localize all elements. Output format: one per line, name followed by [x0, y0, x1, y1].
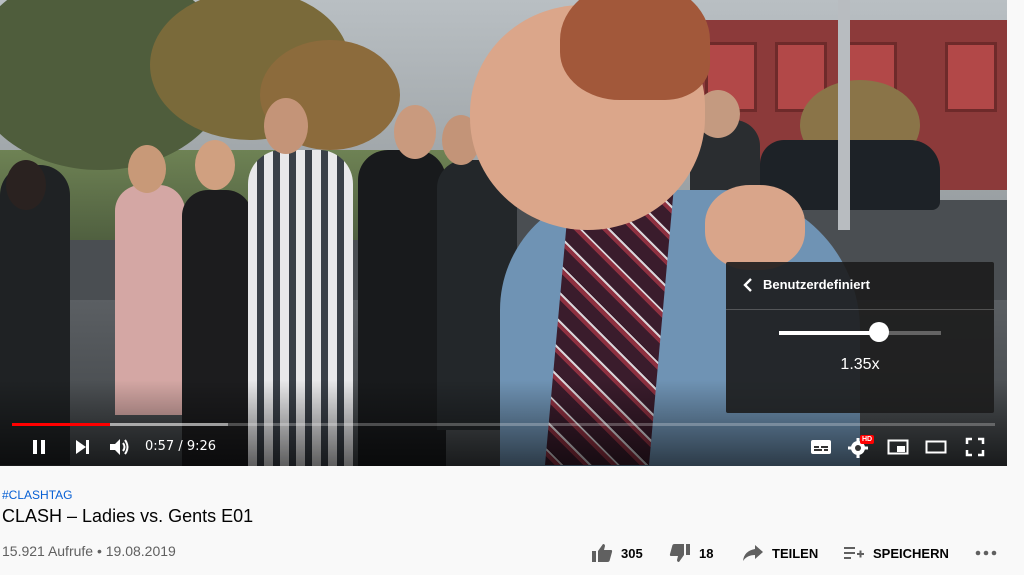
thumbs-up-icon [592, 544, 613, 562]
theater-mode-button[interactable] [925, 436, 947, 458]
more-horizontal-icon [975, 550, 997, 556]
miniplayer-button[interactable] [887, 436, 909, 458]
view-count-date: 15.921 Aufrufe • 19.08.2019 [2, 543, 176, 559]
progress-bar[interactable] [12, 423, 995, 426]
like-count: 305 [621, 545, 643, 561]
fullscreen-icon [965, 437, 985, 457]
pause-icon [33, 440, 45, 454]
save-label: SPEICHERN [873, 545, 949, 561]
dislike-button[interactable]: 18 [668, 542, 713, 564]
next-icon [76, 440, 89, 454]
dislike-count: 18 [699, 545, 714, 561]
more-actions-button[interactable] [975, 542, 997, 564]
panel-title: Benutzerdefiniert [763, 277, 870, 292]
share-button[interactable]: TEILEN [741, 542, 818, 564]
fullscreen-button[interactable] [964, 436, 986, 458]
hashtag-link[interactable]: #CLASHTAG [2, 488, 72, 502]
theater-mode-icon [925, 440, 947, 454]
speed-value: 1.35x [840, 356, 880, 373]
miniplayer-icon [887, 439, 909, 455]
time-total: 9:26 [186, 439, 217, 454]
time-separator: / [174, 439, 187, 454]
hd-badge: HD [860, 435, 875, 444]
mute-button[interactable] [108, 436, 130, 458]
slider-fill [779, 331, 880, 335]
subtitles-button[interactable] [810, 436, 832, 458]
next-button[interactable] [71, 436, 93, 458]
speed-slider[interactable] [779, 322, 941, 342]
chevron-left-icon[interactable] [740, 276, 756, 294]
volume-icon [110, 439, 129, 455]
thumbs-down-icon [669, 544, 690, 562]
panel-header[interactable]: Benutzerdefiniert [726, 262, 994, 310]
playback-speed-panel: Benutzerdefiniert 1.35x [726, 262, 994, 413]
time-display: 0:57 / 9:26 [145, 439, 216, 454]
pause-button[interactable] [28, 436, 50, 458]
settings-button[interactable]: HD [848, 435, 875, 458]
share-label: TEILEN [772, 545, 819, 561]
time-current: 0:57 [145, 439, 175, 454]
slider-handle[interactable] [869, 322, 890, 342]
video-player[interactable]: 0:57 / 9:26 HD Benutzerdefiniert 1.35x [0, 0, 1007, 466]
progress-played [12, 423, 111, 426]
like-button[interactable]: 305 [590, 542, 643, 564]
video-title: CLASH – Ladies vs. Gents E01 [2, 506, 254, 526]
subtitles-icon [811, 440, 831, 454]
share-icon [743, 545, 763, 561]
save-button[interactable]: SPEICHERN [842, 542, 949, 564]
add-to-playlist-icon [844, 547, 864, 559]
